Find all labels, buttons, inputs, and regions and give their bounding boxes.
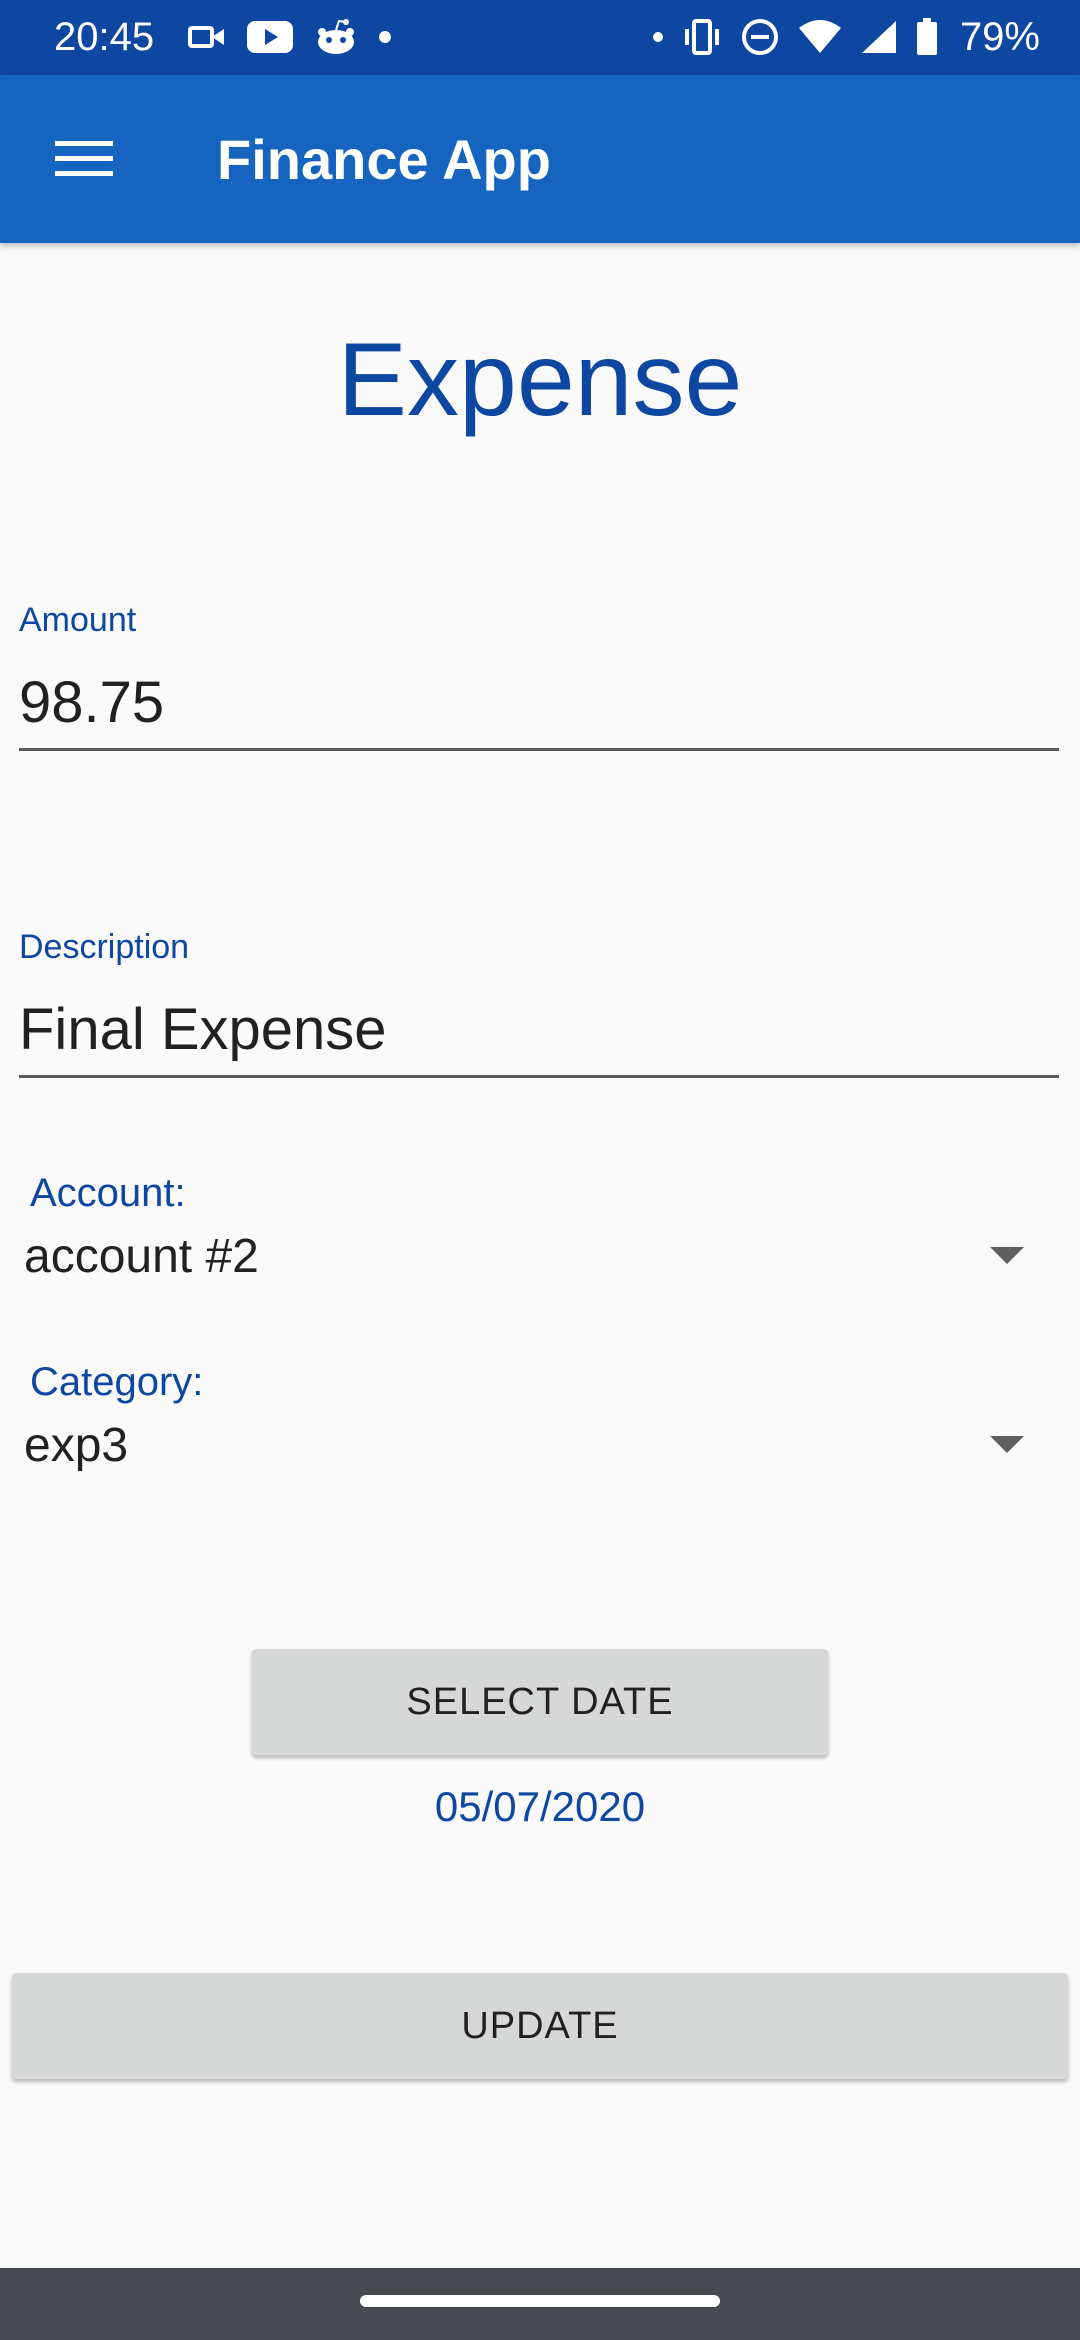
status-notification-icons: [188, 14, 392, 60]
reddit-icon: [314, 18, 358, 56]
update-button[interactable]: UPDATE: [12, 1973, 1068, 2079]
status-system-icons: 79%: [652, 14, 1040, 60]
account-spinner[interactable]: account #2: [0, 1213, 1080, 1303]
battery-percent: 79%: [959, 15, 1040, 59]
menu-button[interactable]: [40, 119, 128, 199]
battery-icon: [916, 18, 938, 56]
description-label: Description: [19, 928, 190, 966]
home-gesture-handle[interactable]: [360, 2295, 720, 2307]
app-bar: Finance App: [0, 75, 1080, 243]
description-input[interactable]: [19, 995, 1059, 1078]
video-camera-icon: [188, 23, 226, 51]
dropdown-arrow-icon: [990, 1247, 1024, 1265]
account-label: Account:: [30, 1171, 186, 1215]
status-time: 20:45: [54, 15, 155, 59]
amount-label: Amount: [19, 601, 137, 639]
cell-signal-icon: [860, 19, 898, 55]
category-selected-value: exp3: [24, 1419, 129, 1472]
youtube-icon: [246, 20, 294, 54]
category-spinner[interactable]: exp3: [0, 1402, 1080, 1492]
page-title: Expense: [337, 322, 743, 438]
category-label: Category:: [30, 1360, 204, 1404]
select-date-button[interactable]: SELECT DATE: [252, 1649, 828, 1755]
hamburger-menu-icon: [55, 139, 113, 179]
dot-icon: [378, 30, 392, 44]
dot-icon: [652, 31, 664, 43]
app-title: Finance App: [217, 128, 551, 191]
account-selected-value: account #2: [24, 1230, 259, 1283]
status-bar: 20:45 79%: [0, 0, 1080, 75]
amount-input[interactable]: [19, 668, 1059, 751]
do-not-disturb-icon: [740, 17, 780, 57]
navigation-bar: [0, 2268, 1080, 2340]
wifi-icon: [798, 20, 842, 54]
selected-date: 05/07/2020: [434, 1783, 646, 1830]
dropdown-arrow-icon: [990, 1436, 1024, 1454]
vibrate-icon: [682, 19, 722, 55]
